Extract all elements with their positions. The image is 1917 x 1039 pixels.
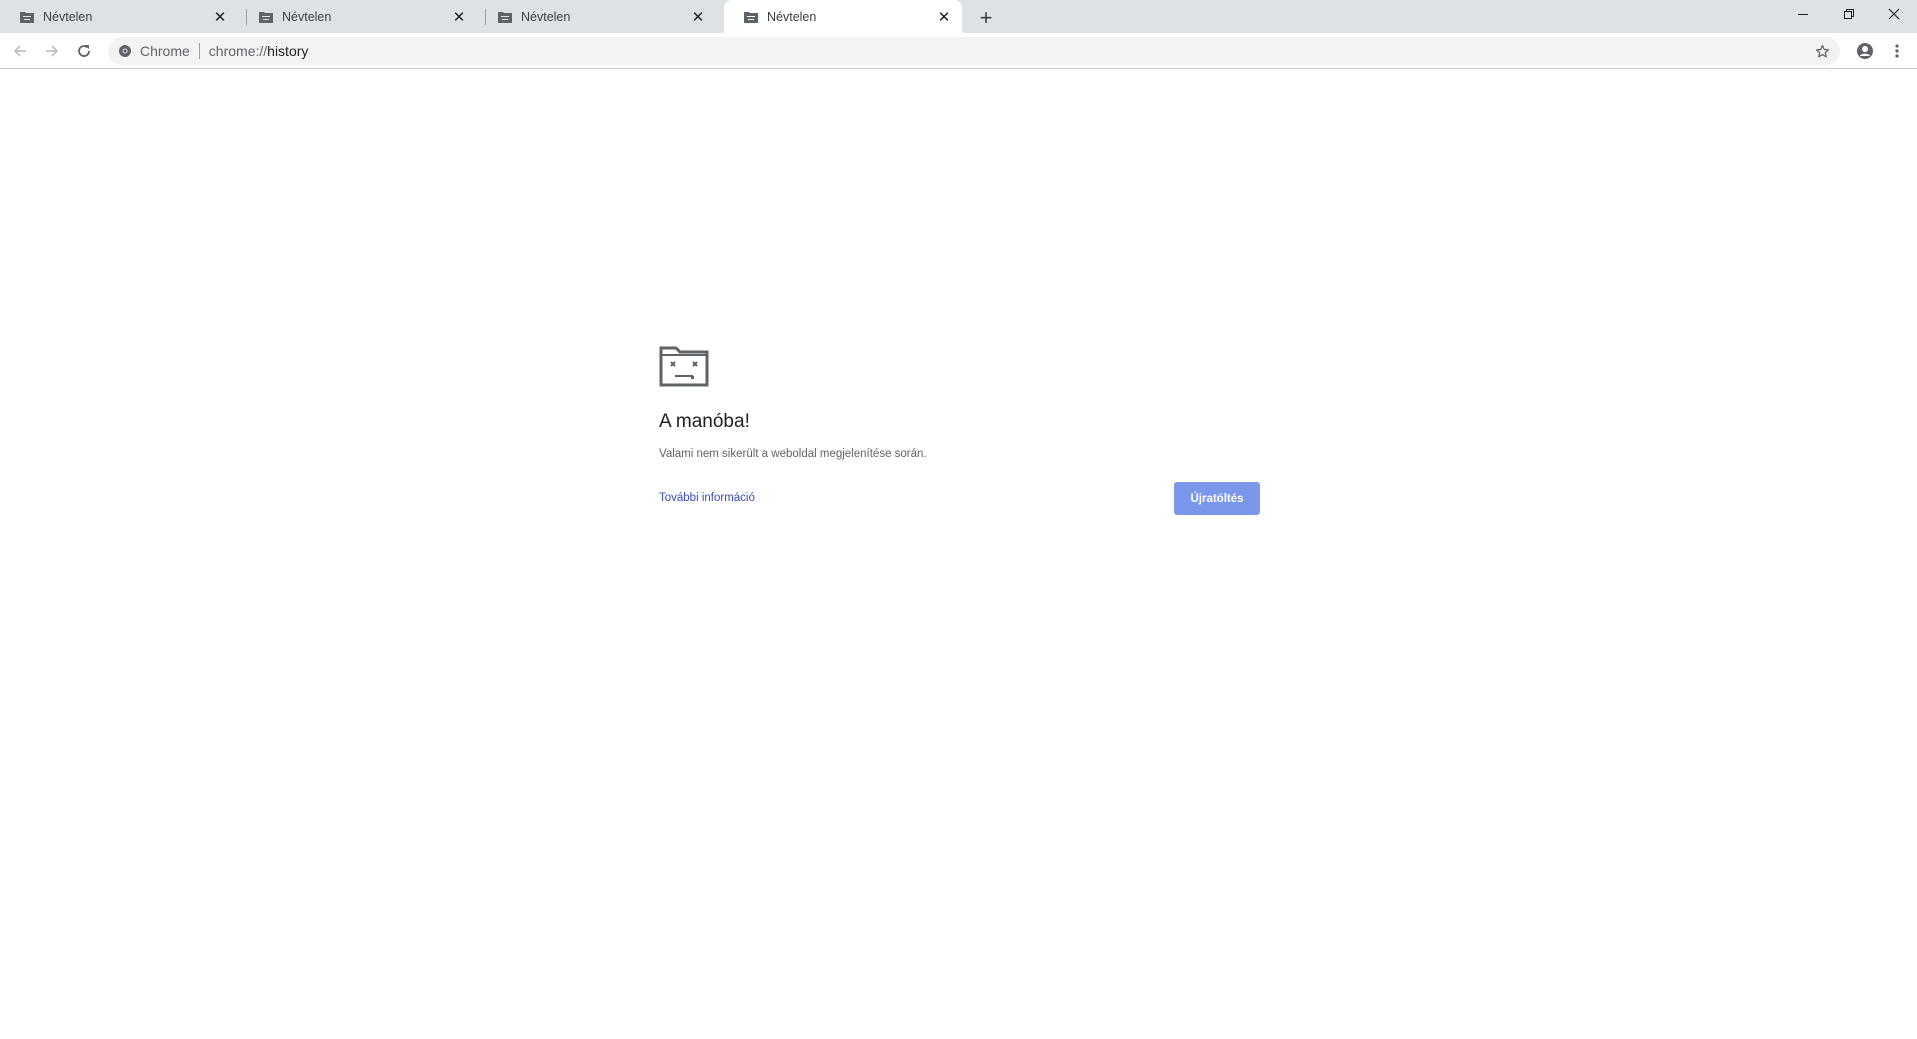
restore-icon — [1844, 9, 1854, 19]
error-message: Valami nem sikerült a weboldal megjelení… — [659, 448, 927, 460]
forward-button[interactable] — [38, 37, 66, 65]
bookmark-star-button[interactable] — [1814, 43, 1830, 59]
reload-button[interactable] — [70, 37, 98, 65]
sad-folder-icon — [259, 11, 273, 23]
close-icon[interactable]: ✕ — [934, 7, 954, 27]
sad-folder-icon — [659, 346, 709, 387]
restore-button[interactable] — [1826, 0, 1872, 28]
omnibox[interactable]: Chrome chrome:// history — [108, 37, 1840, 65]
back-arrow-icon — [13, 45, 26, 57]
tab-3[interactable]: Névtelen ✕ — [478, 0, 716, 33]
tab-title: Névtelen — [43, 9, 93, 24]
error-actions: További információ Újratöltés — [659, 482, 1260, 516]
minimize-button[interactable] — [1780, 0, 1826, 28]
url-scheme: chrome:// — [208, 43, 268, 59]
window-close-button[interactable] — [1871, 0, 1917, 28]
close-icon[interactable]: ✕ — [210, 7, 230, 27]
tab-strip: Névtelen ✕ Névtelen ✕ Névtelen ✕ Névtele… — [0, 0, 1917, 33]
forward-arrow-icon — [46, 45, 59, 57]
new-tab-button[interactable]: + — [972, 4, 1000, 32]
minimize-icon — [1798, 14, 1808, 15]
sad-folder-icon — [20, 11, 34, 23]
close-icon[interactable]: ✕ — [688, 7, 708, 27]
sad-folder-icon — [498, 11, 512, 23]
url-path: history — [267, 43, 309, 59]
reload-icon — [78, 45, 90, 57]
back-button[interactable] — [6, 37, 34, 65]
tab-title: Névtelen — [767, 9, 817, 24]
kebab-menu-icon — [1895, 44, 1899, 58]
error-page: A manóba! Valami nem sikerült a weboldal… — [659, 345, 1260, 516]
tab-4-active[interactable]: Névtelen ✕ — [724, 0, 962, 33]
omnibox-divider — [198, 43, 200, 59]
window-close-icon — [1888, 8, 1900, 20]
chrome-icon — [118, 44, 132, 58]
omnibox-chip: Chrome — [140, 43, 190, 59]
more-info-link[interactable]: További információ — [659, 492, 755, 504]
tab-title: Névtelen — [282, 9, 332, 24]
plus-icon: + — [979, 5, 993, 30]
star-icon — [1815, 44, 1829, 57]
reload-page-button[interactable]: Újratöltés — [1174, 482, 1260, 515]
tab-1[interactable]: Névtelen ✕ — [0, 0, 238, 33]
tab-2[interactable]: Névtelen ✕ — [239, 0, 477, 33]
error-heading: A manóba! — [659, 411, 750, 432]
menu-button[interactable] — [1883, 37, 1911, 65]
close-icon[interactable]: ✕ — [449, 7, 469, 27]
sad-folder-icon — [744, 11, 758, 23]
profile-button[interactable] — [1851, 37, 1879, 65]
profile-icon — [1857, 43, 1873, 59]
toolbar: Chrome chrome:// history — [0, 33, 1917, 69]
tab-title: Névtelen — [521, 9, 571, 24]
